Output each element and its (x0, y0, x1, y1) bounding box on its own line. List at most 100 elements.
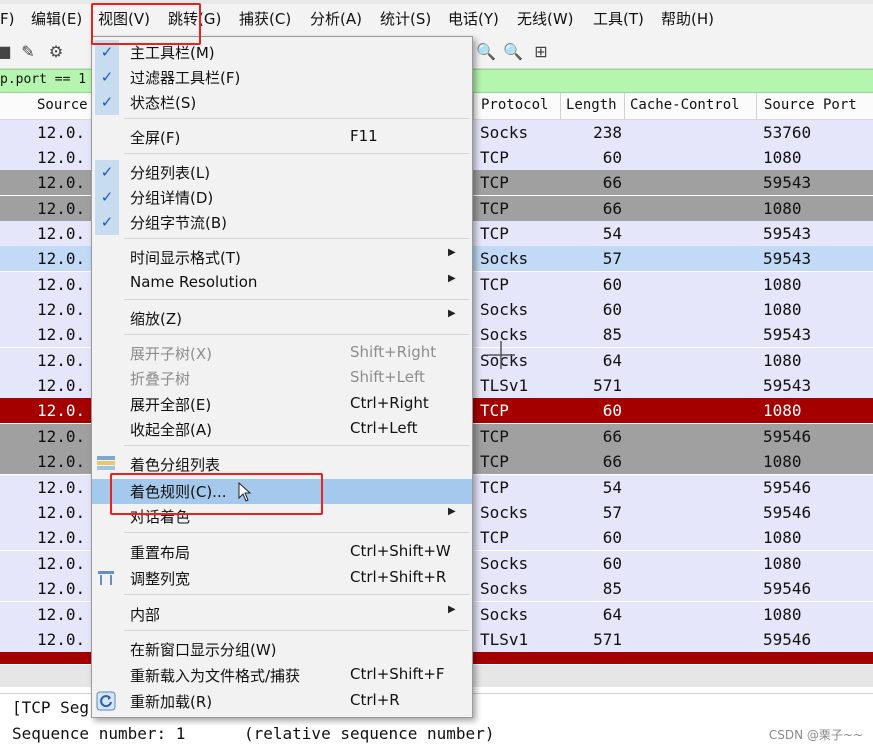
menu-capture[interactable]: 捕获(C) (239, 8, 291, 30)
column-protocol[interactable]: Protocol (481, 97, 548, 113)
check-icon: ✓ (95, 210, 119, 235)
menu-edit[interactable]: 编辑(E) (31, 8, 82, 30)
cell-length: 57 (602, 503, 622, 522)
menu-item-packet-bytes[interactable]: ✓ 分组字节流(B) (92, 210, 472, 235)
column-divider (560, 93, 561, 119)
resize-columns-icon (96, 568, 116, 588)
menu-item-label: 展开子树(X) (130, 345, 212, 363)
options-gear-icon[interactable]: ⚙ (46, 42, 66, 62)
cell-protocol: Socks (480, 300, 529, 319)
cell-source-port: 59543 (763, 376, 812, 395)
cell-source-port: 59546 (763, 630, 812, 649)
menu-separator (124, 153, 469, 154)
column-cache-control[interactable]: Cache-Control (630, 97, 740, 113)
menu-item-expand-all[interactable]: 展开全部(E) Ctrl+Right (92, 392, 472, 417)
menu-item-label: 调整列宽 (130, 570, 191, 588)
menu-help[interactable]: 帮助(H) (661, 8, 714, 30)
cell-source-port: 1080 (763, 300, 802, 319)
menu-item-show-in-new-window[interactable]: 在新窗口显示分组(W) (92, 637, 472, 662)
cell-source: 12.0. (37, 579, 86, 598)
menu-item-shortcut: Shift+Left (350, 368, 425, 386)
column-source-port[interactable]: Source Port (764, 97, 857, 113)
cell-source-port: 1080 (763, 351, 802, 370)
cell-protocol: TCP (480, 224, 509, 243)
resize-columns-icon[interactable]: ⊞ (531, 42, 551, 62)
menu-item-label: 全屏(F) (130, 129, 181, 147)
menu-item-collapse-all[interactable]: 收起全部(A) Ctrl+Left (92, 417, 472, 442)
cell-source: 12.0. (37, 224, 86, 243)
menu-item-packet-details[interactable]: ✓ 分组详情(D) (92, 185, 472, 210)
menu-item-name-resolution[interactable]: Name Resolution ▶ (92, 271, 472, 296)
cell-protocol: TCP (480, 427, 509, 446)
cell-protocol: TCP (480, 528, 509, 547)
menu-item-reload-as-format[interactable]: 重新载入为文件格式/捕获 Ctrl+Shift+F (92, 663, 472, 688)
submenu-arrow-icon: ▶ (448, 308, 456, 319)
cell-length: 66 (602, 427, 622, 446)
menu-item-time-format[interactable]: 时间显示格式(T) ▶ (92, 245, 472, 270)
menu-separator (124, 532, 469, 533)
cell-source: 12.0. (37, 325, 86, 344)
cell-source-port: 59546 (763, 503, 812, 522)
cell-length: 54 (602, 224, 622, 243)
menu-item-resize-columns[interactable]: 调整列宽 Ctrl+Shift+R (92, 566, 472, 591)
menu-item-filter-toolbar[interactable]: ✓ 过滤器工具栏(F) (92, 65, 472, 90)
cell-length: 57 (602, 249, 622, 268)
cell-source: 12.0. (37, 605, 86, 624)
menu-item-shortcut: Ctrl+Left (350, 419, 418, 437)
menu-item-shortcut: Ctrl+Right (350, 394, 429, 412)
cell-source: 12.0. (37, 427, 86, 446)
detail-seq-label[interactable]: Sequence number: 1 (12, 724, 185, 743)
zoom-out-icon[interactable]: 🔍 (503, 42, 523, 62)
menu-tools[interactable]: 工具(T) (593, 8, 644, 30)
menu-item-zoom[interactable]: 缩放(Z) ▶ (92, 306, 472, 331)
cell-length: 64 (602, 351, 622, 370)
column-length[interactable]: Length (566, 97, 617, 113)
menu-item-label: 着色分组列表 (130, 456, 221, 474)
cell-protocol: Socks (480, 579, 529, 598)
menu-item-label: 分组详情(D) (130, 189, 214, 207)
cell-length: 54 (602, 478, 622, 497)
reload-file-icon[interactable]: ✎ (18, 42, 38, 62)
cell-source: 12.0. (37, 401, 86, 420)
menu-statistics[interactable]: 统计(S) (380, 8, 431, 30)
cell-protocol: Socks (480, 554, 529, 573)
menu-telephony[interactable]: 电话(Y) (448, 8, 499, 30)
cell-source: 12.0. (37, 452, 86, 471)
menu-file[interactable]: F) (0, 8, 14, 30)
cell-source: 12.0. (37, 478, 86, 497)
annotation-box-coloring-rules (110, 473, 323, 515)
cell-protocol: Socks (480, 249, 529, 268)
menu-wireless[interactable]: 无线(W) (517, 8, 574, 30)
cell-length: 66 (602, 173, 622, 192)
cell-length: 238 (593, 123, 622, 142)
menu-item-status-bar[interactable]: ✓ 状态栏(S) (92, 90, 472, 115)
menu-item-collapse-subtrees[interactable]: 折叠子树 Shift+Left (92, 366, 472, 391)
zoom-in-icon[interactable]: 🔍 (476, 42, 496, 62)
cell-protocol: TCP (480, 199, 509, 218)
cell-source-port: 1080 (763, 148, 802, 167)
cell-protocol: Socks (480, 605, 529, 624)
check-icon: ✓ (95, 185, 119, 210)
column-divider (624, 93, 625, 119)
submenu-arrow-icon: ▶ (448, 604, 456, 615)
menu-item-packet-list[interactable]: ✓ 分组列表(L) (92, 160, 472, 185)
menu-item-shortcut: F11 (350, 127, 378, 145)
cell-length: 60 (602, 275, 622, 294)
column-source[interactable]: Source (37, 97, 88, 113)
reload-icon (96, 691, 116, 711)
menu-item-label: 过滤器工具栏(F) (130, 69, 241, 87)
menu-item-label: 重置布局 (130, 544, 191, 562)
menu-analyze[interactable]: 分析(A) (310, 8, 362, 30)
menu-item-reset-layout[interactable]: 重置布局 Ctrl+Shift+W (92, 540, 472, 565)
cell-protocol: Socks (480, 503, 529, 522)
menu-item-expand-subtrees[interactable]: 展开子树(X) Shift+Right (92, 341, 472, 366)
submenu-arrow-icon: ▶ (448, 273, 456, 284)
filter-input[interactable]: p.port == 1 (0, 72, 86, 87)
stop-icon[interactable]: ■ (0, 42, 14, 62)
cell-protocol: TCP (480, 452, 509, 471)
menu-item-internals[interactable]: 内部 ▶ (92, 602, 472, 627)
detail-line[interactable]: [TCP Seg (12, 698, 89, 717)
menu-item-reload[interactable]: 重新加载(R) Ctrl+R (92, 689, 472, 714)
menu-item-label: 收起全部(A) (130, 421, 212, 439)
menu-item-fullscreen[interactable]: 全屏(F) F11 (92, 125, 472, 150)
